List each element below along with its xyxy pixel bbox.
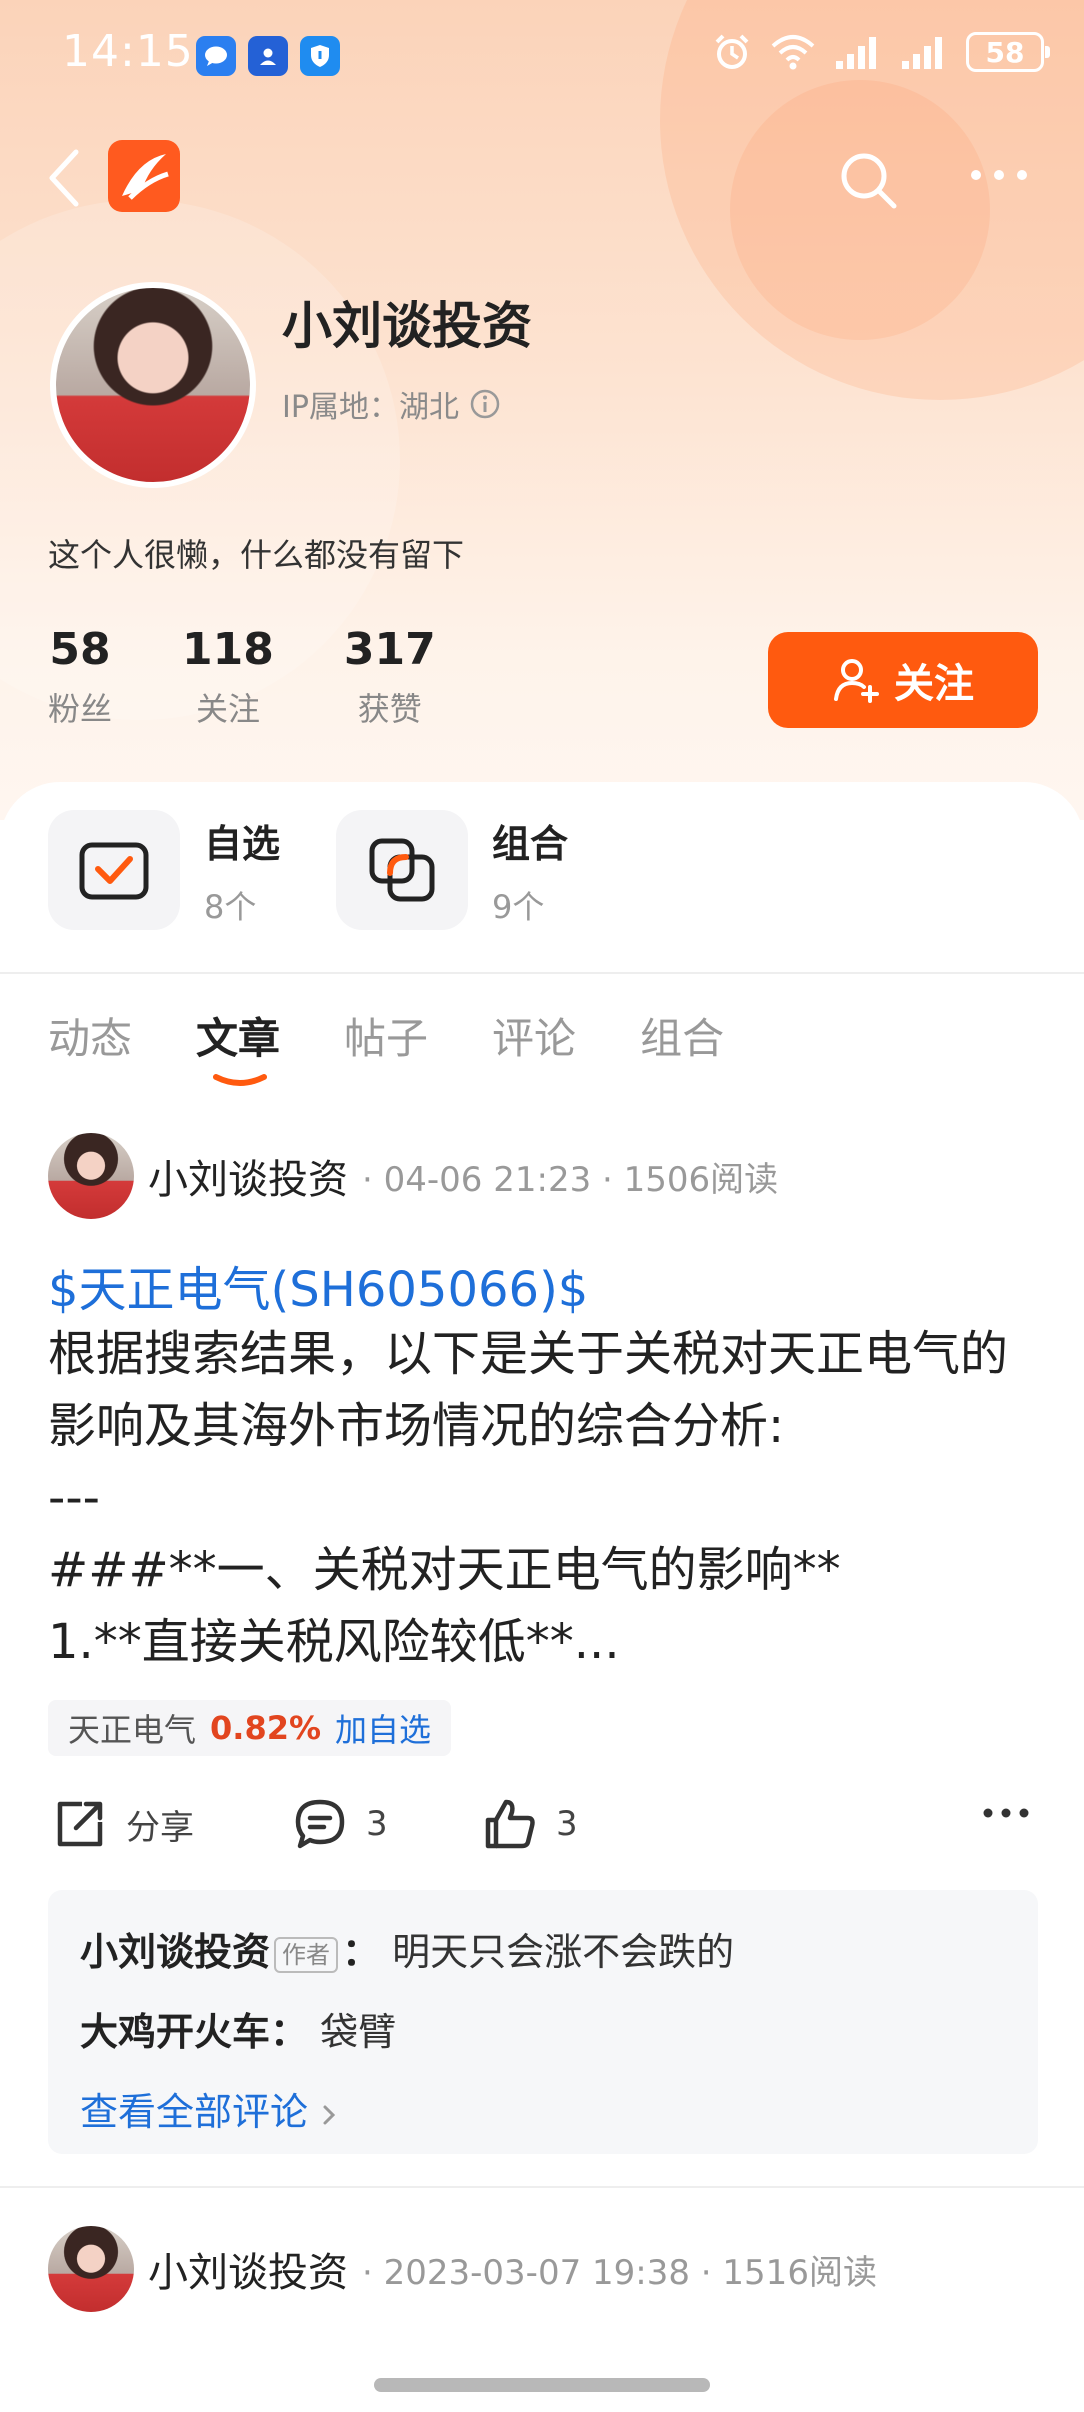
like-count: 3: [556, 1804, 578, 1844]
tab-comments[interactable]: 评论: [492, 1005, 576, 1066]
wifi-icon: [771, 35, 815, 70]
ip-location: IP属地：湖北: [282, 382, 501, 426]
stat-value: 118: [182, 624, 274, 675]
share-button[interactable]: 分享: [52, 1796, 194, 1852]
more-button[interactable]: [968, 160, 1030, 190]
post-author[interactable]: 小刘谈投资: [148, 2240, 348, 2298]
active-tab-indicator: [213, 1074, 268, 1086]
comment-item: 大鸡开火车： 袋臂: [80, 1992, 1006, 2072]
watchlist-count: 8个: [204, 887, 257, 926]
overlap-squares-icon: [369, 838, 435, 902]
profile-name: 小刘谈投资: [282, 297, 532, 355]
info-icon[interactable]: [469, 388, 501, 420]
comment-preview[interactable]: 小刘谈投资 作者： 明天只会涨不会跌的 大鸡开火车： 袋臂 查看全部评论: [48, 1890, 1038, 2154]
author-badge: 作者: [274, 1936, 339, 1973]
post-author[interactable]: 小刘谈投资: [148, 1147, 348, 1205]
chevron-left-icon: [49, 149, 79, 207]
profile-bio: 这个人很懒，什么都没有留下: [48, 536, 465, 574]
share-icon: [57, 1801, 103, 1847]
status-bar: 14:15 58: [0, 0, 1084, 110]
stat-label: 关注: [195, 690, 260, 728]
app-logo-icon: [122, 154, 169, 200]
section-divider: [0, 972, 1084, 974]
battery-indicator: 58: [966, 32, 1050, 72]
security-app-icon: [300, 36, 340, 76]
comment-user[interactable]: 小刘谈投资: [80, 1930, 270, 1974]
chevron-right-icon: [323, 2105, 336, 2124]
post-header[interactable]: 小刘谈投资 · 2023-03-07 19:38 · 1516阅读: [48, 2226, 877, 2312]
status-indicators: 58: [712, 32, 1050, 72]
ip-location-label: IP属地：湖北: [282, 390, 459, 425]
stat-label: 粉丝: [48, 690, 113, 728]
tab-posts[interactable]: 帖子: [344, 1005, 428, 1066]
author-avatar[interactable]: [48, 1133, 134, 1219]
tab-articles[interactable]: 文章: [196, 1005, 281, 1086]
post-body[interactable]: 根据搜索结果，以下是关于关税对天正电气的影响及其海外市场情况的综合分析: ---…: [48, 1318, 1038, 1678]
post-more-button[interactable]: [982, 1806, 1030, 1820]
more-horizontal-icon: [983, 1808, 1029, 1818]
search-button[interactable]: [836, 148, 900, 212]
stat-value: 58: [49, 624, 111, 675]
tab-articles-label: 文章: [196, 1014, 281, 1063]
stat-following[interactable]: 118 关注: [182, 622, 274, 730]
stat-value: 317: [343, 624, 436, 675]
stock-chip-change: 0.82%: [210, 1709, 322, 1747]
content-tabs: 动态 文章 帖子 评论 组合: [48, 1005, 788, 1086]
signal-icon: [836, 37, 876, 69]
follow-button-label: 关注: [894, 661, 974, 707]
comment-user[interactable]: 大鸡开火车: [80, 2010, 270, 2054]
share-label: 分享: [126, 1807, 194, 1848]
comment-colon: ：: [270, 2010, 309, 2054]
post-header[interactable]: 小刘谈投资 · 04-06 21:23 · 1506阅读: [48, 1133, 778, 1219]
stock-link[interactable]: $天正电气(SH605066)$: [48, 1250, 588, 1320]
more-horizontal-icon: [971, 170, 1027, 180]
comment-button[interactable]: 3: [292, 1796, 388, 1852]
search-icon: [841, 153, 897, 209]
portfolio-count: 9个: [492, 887, 545, 926]
message-app-icon: [196, 36, 236, 76]
post-divider: [0, 2186, 1084, 2188]
stat-fans[interactable]: 58 粉丝: [48, 622, 112, 730]
stat-likes[interactable]: 317 获赞: [344, 622, 436, 730]
add-to-watchlist-link[interactable]: 加自选: [335, 1705, 431, 1751]
comment-text: 袋臂: [320, 2010, 397, 2054]
watchlist-entry[interactable]: 自选 8个: [48, 810, 280, 930]
stock-chip-name: 天正电气: [68, 1711, 197, 1749]
view-all-comments-link[interactable]: 查看全部评论: [80, 2072, 1006, 2152]
portfolio-title: 组合: [492, 821, 569, 866]
tab-portfolios[interactable]: 组合: [640, 1005, 724, 1066]
alarm-icon: [715, 34, 749, 69]
contact-app-icon: [248, 36, 288, 76]
view-all-comments-label: 查看全部评论: [80, 2090, 309, 2134]
post-actions: 分享 3 3: [48, 1796, 1038, 1860]
watchlist-title: 自选: [204, 821, 281, 866]
like-button[interactable]: 3: [482, 1796, 578, 1852]
comment-item: 小刘谈投资 作者： 明天只会涨不会跌的: [80, 1912, 1006, 1992]
watchlist-icon-box: [48, 810, 180, 930]
portfolio-icon-box: [336, 810, 468, 930]
status-time: 14:15: [62, 26, 194, 77]
stat-label: 获赞: [357, 690, 422, 728]
comment-icon: [295, 1799, 345, 1849]
home-indicator[interactable]: [374, 2378, 710, 2392]
comment-text: 明天只会涨不会跌的: [392, 1930, 735, 1974]
back-button[interactable]: [44, 148, 84, 208]
author-avatar[interactable]: [48, 2226, 134, 2312]
add-user-icon: [834, 659, 879, 703]
tab-dynamic[interactable]: 动态: [48, 1005, 132, 1066]
post-meta: · 2023-03-07 19:38 · 1516阅读: [362, 2252, 877, 2293]
app-logo: [108, 140, 180, 212]
post-meta: · 04-06 21:23 · 1506阅读: [362, 1159, 779, 1200]
profile-stats: 58 粉丝 118 关注 317 获赞: [48, 622, 506, 730]
comment-count: 3: [366, 1804, 388, 1844]
signal-icon: [902, 37, 942, 69]
stock-chip[interactable]: 天正电气 0.82% 加自选: [48, 1700, 452, 1756]
comment-colon: ：: [342, 1930, 381, 1974]
portfolio-entry[interactable]: 组合 9个: [336, 810, 568, 930]
checkbox-icon: [79, 842, 149, 900]
follow-button[interactable]: 关注: [768, 632, 1038, 728]
thumbs-up-icon: [485, 1799, 535, 1849]
profile-avatar[interactable]: [50, 282, 256, 488]
